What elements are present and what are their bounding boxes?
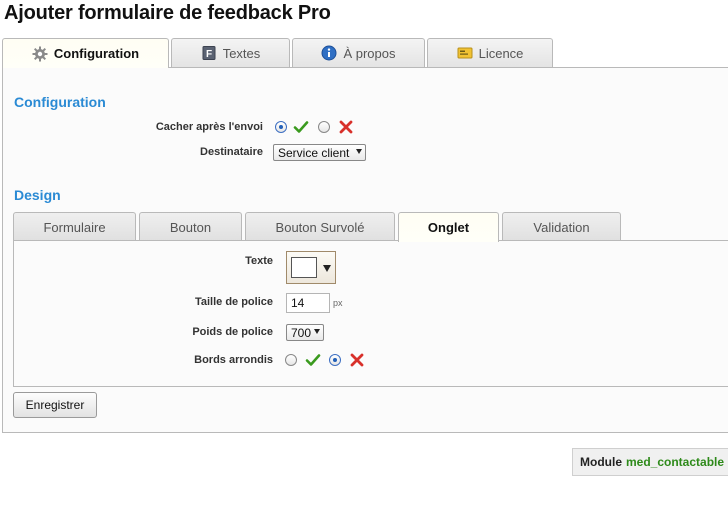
license-card-icon [457, 45, 473, 61]
font-size-label: Taille de police [194, 296, 273, 308]
recipient-label: Destinataire [200, 146, 263, 158]
gear-icon [32, 46, 48, 62]
design-tab-validation[interactable]: Validation [502, 212, 621, 241]
top-tab-bar: Configuration F Textes À propos Licence [2, 38, 728, 68]
color-swatch [291, 257, 317, 278]
cross-icon [350, 353, 364, 367]
design-tab-onglet[interactable]: Onglet [398, 212, 499, 242]
tab-licence[interactable]: Licence [427, 38, 553, 67]
text-color-label: Texte [245, 255, 273, 267]
info-icon [321, 45, 337, 61]
hide-after-send-no-radio[interactable] [318, 121, 330, 133]
module-badge: Module med_contactable [572, 448, 728, 476]
svg-text:F: F [206, 49, 212, 60]
module-prefix: Module [580, 455, 622, 469]
tab-a-propos[interactable]: À propos [292, 38, 425, 67]
recipient-select[interactable]: Service client [273, 144, 366, 161]
font-weight-select[interactable]: 700 [286, 324, 324, 341]
design-tab-label: Onglet [427, 220, 470, 235]
chevron-down-icon [323, 265, 331, 272]
f-document-icon: F [201, 45, 217, 61]
design-tab-bouton-survole[interactable]: Bouton Survolé [245, 212, 395, 241]
design-tab-bouton[interactable]: Bouton [139, 212, 242, 241]
tab-label: À propos [343, 45, 396, 61]
design-tab-panel [13, 240, 728, 387]
save-button[interactable]: Enregistrer [13, 392, 97, 418]
recipient-select-value: Service client [278, 145, 350, 160]
check-icon [305, 354, 321, 366]
section-title-configuration: Configuration [14, 94, 106, 110]
font-size-input[interactable]: 14 [286, 293, 330, 313]
font-weight-label: Poids de police [192, 326, 273, 338]
tab-label: Textes [222, 45, 261, 61]
save-button-label: Enregistrer [25, 398, 85, 412]
hide-after-send-label: Cacher après l'envoi [155, 121, 263, 133]
rounded-borders-label: Bords arrondis [194, 354, 273, 366]
tab-label: Configuration [53, 46, 140, 61]
module-name: med_contactable [626, 455, 725, 469]
cross-icon [339, 120, 353, 134]
hide-after-send-yes-radio[interactable] [275, 121, 287, 133]
page-title: Ajouter formulaire de feedback Pro [4, 2, 331, 24]
design-tab-label: Bouton [169, 219, 212, 235]
design-tab-label: Formulaire [43, 219, 106, 235]
design-tab-formulaire[interactable]: Formulaire [13, 212, 136, 241]
tab-configuration[interactable]: Configuration [2, 38, 169, 68]
text-color-picker[interactable] [286, 251, 336, 284]
font-size-unit: px [333, 298, 343, 308]
tab-textes[interactable]: F Textes [171, 38, 290, 67]
section-title-design: Design [14, 187, 61, 203]
tab-label: Licence [478, 45, 524, 61]
rounded-borders-yes-radio[interactable] [285, 354, 297, 366]
design-tab-label: Validation [533, 219, 590, 235]
chevron-down-icon [314, 329, 320, 334]
check-icon [293, 121, 309, 133]
chevron-down-icon [356, 149, 362, 154]
configuration-panel: Configuration Cacher après l'envoi Desti… [2, 67, 728, 433]
rounded-borders-no-radio[interactable] [329, 354, 341, 366]
design-tab-label: Bouton Survolé [275, 219, 365, 235]
font-weight-select-value: 700 [291, 325, 312, 340]
